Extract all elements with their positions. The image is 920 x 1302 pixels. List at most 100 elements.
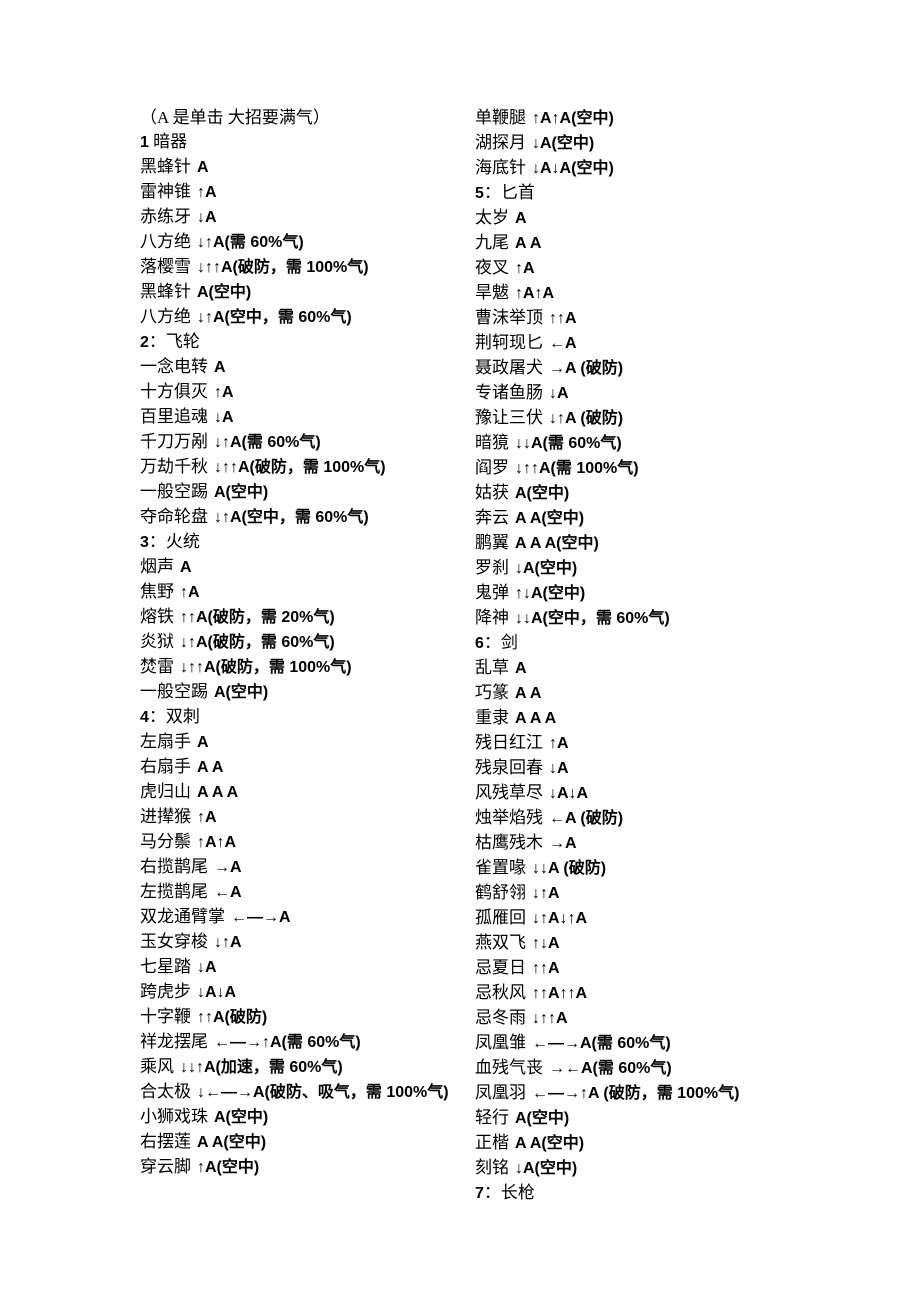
move-name: 燕双飞 <box>475 933 526 952</box>
move-name: 千刀万剐 <box>140 432 208 451</box>
move-entry: 万劫千秋 ↓↑↑A(破防，需 100%气) <box>140 455 475 480</box>
move-name: 聂政屠犬 <box>475 358 543 377</box>
move-entry: 炎狱 ↓↑A(破防，需 60%气) <box>140 630 475 655</box>
move-name: 十方俱灭 <box>140 382 208 401</box>
section-heading: 5：匕首 <box>475 181 810 206</box>
move-command: A(空中) <box>214 484 269 501</box>
move-entry: 进撵猴 ↑A <box>140 805 475 830</box>
section-number: 2 <box>140 334 149 351</box>
move-command: ↓↑A(破防，需 60%气) <box>180 634 335 651</box>
move-command: ↑A <box>515 260 535 277</box>
move-entry: 罗刹 ↓A(空中) <box>475 556 810 581</box>
move-command: →←A(需 60%气) <box>549 1060 672 1077</box>
move-command: A A(空中) <box>197 1134 267 1151</box>
section-title: ：剑 <box>483 633 518 652</box>
move-name: 孤雁回 <box>475 908 526 927</box>
move-entry: 专诸鱼肠 ↓A <box>475 381 810 406</box>
move-command: A A <box>515 685 542 702</box>
move-command: ↑A <box>214 384 234 401</box>
move-name: 焦野 <box>140 582 174 601</box>
move-entry: 十方俱灭 ↑A <box>140 380 475 405</box>
move-entry: 八方绝 ↓↑A(空中，需 60%气) <box>140 305 475 330</box>
move-entry: 血残气丧 →←A(需 60%气) <box>475 1056 810 1081</box>
move-name: 风残草尽 <box>475 783 543 802</box>
section-heading: 6：剑 <box>475 631 810 656</box>
move-entry: 轻行 A(空中) <box>475 1106 810 1131</box>
move-command: A <box>197 159 209 176</box>
move-command: ↓↓↑A(加速，需 60%气) <box>180 1059 343 1076</box>
section-title: 暗器 <box>148 132 188 151</box>
move-entry: 烟声 A <box>140 555 475 580</box>
move-command: ↓←—→A(破防、吸气，需 100%气) <box>197 1084 449 1101</box>
move-name: 落樱雪 <box>140 257 191 276</box>
move-entry: 枯鹰残木 →A <box>475 831 810 856</box>
move-name: 玉女穿梭 <box>140 932 208 951</box>
move-name: 合太极 <box>140 1082 191 1101</box>
move-entry: 太岁 A <box>475 206 810 231</box>
move-entry: 烛举焰残 ←A (破防) <box>475 806 810 831</box>
move-name: 八方绝 <box>140 232 191 251</box>
move-command: ↑↑A <box>532 960 560 977</box>
move-name: 奔云 <box>475 508 509 527</box>
move-entry: 一般空踢 A(空中) <box>140 480 475 505</box>
move-command: ↓↑A(空中，需 60%气) <box>214 509 369 526</box>
section-title: ：飞轮 <box>148 332 200 351</box>
move-entry: 七星踏 ↓A <box>140 955 475 980</box>
move-entry: 玉女穿梭 ↓↑A <box>140 930 475 955</box>
move-entry: 鬼弹 ↑↓A(空中) <box>475 581 810 606</box>
move-entry: 穿云脚 ↑A(空中) <box>140 1155 475 1180</box>
move-name: 专诸鱼肠 <box>475 383 543 402</box>
section-number: 7 <box>475 1185 484 1202</box>
move-entry: 右扇手 A A <box>140 755 475 780</box>
section-heading: 2：飞轮 <box>140 330 475 355</box>
move-entry: 降神 ↓↓A(空中，需 60%气) <box>475 606 810 631</box>
move-entry: 暗獍 ↓↓A(需 60%气) <box>475 431 810 456</box>
move-command: ↓A(空中) <box>532 135 595 152</box>
move-entry: 夜叉 ↑A <box>475 256 810 281</box>
move-command: A <box>515 210 527 227</box>
move-command: ↑A <box>549 735 569 752</box>
move-name: 忌冬雨 <box>475 1008 526 1027</box>
section-title: ：双刺 <box>148 707 200 726</box>
move-entry: 九尾 A A <box>475 231 810 256</box>
move-name: 一念电转 <box>140 357 208 376</box>
move-command: ↑A↑A <box>197 834 237 851</box>
move-entry: 赤练牙 ↓A <box>140 205 475 230</box>
move-name: 左揽鹊尾 <box>140 882 208 901</box>
move-name: 刻铭 <box>475 1158 509 1177</box>
move-name: 单鞭腿 <box>475 108 526 127</box>
move-entry: 孤雁回 ↓↑A↓↑A <box>475 906 810 931</box>
move-name: 重隶 <box>475 708 509 727</box>
move-name: 八方绝 <box>140 307 191 326</box>
move-name: 十字鞭 <box>140 1007 191 1026</box>
move-entry: 凤凰羽 ←—→↑A (破防，需 100%气) <box>475 1081 810 1106</box>
move-command: ↓↑A(空中，需 60%气) <box>197 309 352 326</box>
move-command: ↓↑A (破防) <box>549 410 624 427</box>
move-entry: 凤凰雏 ←—→A(需 60%气) <box>475 1031 810 1056</box>
move-entry: 正楷 A A(空中) <box>475 1131 810 1156</box>
move-entry: 左揽鹊尾 ←A <box>140 880 475 905</box>
move-entry: 一念电转 A <box>140 355 475 380</box>
move-command: ←A (破防) <box>549 810 624 827</box>
move-entry: 奔云 A A(空中) <box>475 506 810 531</box>
move-name: 忌夏日 <box>475 958 526 977</box>
move-entry: 八方绝 ↓↑A(需 60%气) <box>140 230 475 255</box>
move-entry: 荆轲现匕 ←A <box>475 331 810 356</box>
move-command: A(空中) <box>197 284 252 301</box>
move-command: A A <box>197 759 224 776</box>
move-name: 黑蜂针 <box>140 282 191 301</box>
move-command: A <box>214 359 226 376</box>
move-name: 赤练牙 <box>140 207 191 226</box>
right-column: 单鞭腿 ↑A↑A(空中) 湖探月 ↓A(空中) 海底针 ↓A↓A(空中) 5：匕首 太岁… <box>475 106 810 1206</box>
move-entry: 十字鞭 ↑↑A(破防) <box>140 1005 475 1030</box>
move-entry: 重隶 A A A <box>475 706 810 731</box>
move-entry: 忌夏日 ↑↑A <box>475 956 810 981</box>
move-name: 焚雷 <box>140 657 174 676</box>
move-entry: 巧篆 A A <box>475 681 810 706</box>
move-command: ←A <box>214 884 242 901</box>
move-entry: 鹏翼 A A A(空中) <box>475 531 810 556</box>
move-entry: 海底针 ↓A↓A(空中) <box>475 156 810 181</box>
move-name: 荆轲现匕 <box>475 333 543 352</box>
move-command: ↓↑A <box>532 885 560 902</box>
move-entry: 忌秋风 ↑↑A↑↑A <box>475 981 810 1006</box>
